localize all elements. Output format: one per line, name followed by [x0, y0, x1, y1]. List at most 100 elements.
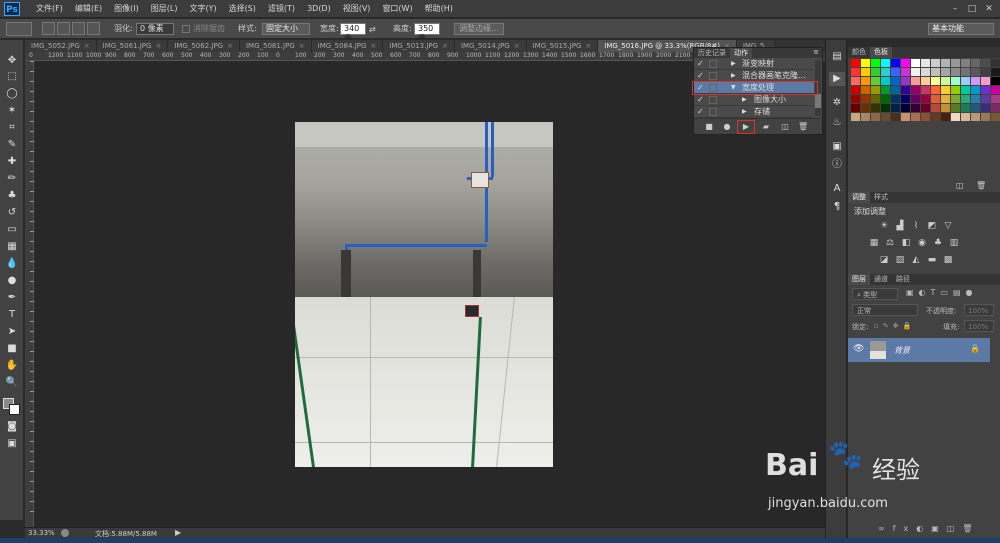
document-tab[interactable]: IMG_5084.JPG ×	[311, 40, 384, 52]
color-swatch[interactable]	[911, 68, 920, 76]
tab-layers[interactable]: 图层	[848, 274, 870, 285]
color-swatch[interactable]	[961, 104, 970, 112]
color-swatch[interactable]	[911, 95, 920, 103]
color-swatch[interactable]	[971, 113, 980, 121]
color-swatch[interactable]	[901, 104, 910, 112]
color-swatch[interactable]	[961, 86, 970, 94]
workspace-select[interactable]: 基本功能	[928, 23, 994, 35]
color-swatch[interactable]	[901, 59, 910, 67]
intersect-selection-icon[interactable]	[87, 22, 100, 35]
color-swatch[interactable]	[991, 95, 1000, 103]
clone-stamp-icon[interactable]: ♣	[4, 189, 20, 203]
tab-close-icon[interactable]: ×	[84, 42, 90, 50]
tab-adjustments[interactable]: 调整	[848, 192, 870, 203]
path-select-icon[interactable]: ➤	[4, 325, 20, 339]
color-swatch[interactable]	[991, 68, 1000, 76]
color-swatch[interactable]	[901, 113, 910, 121]
color-swatch[interactable]	[981, 86, 990, 94]
color-swatch[interactable]	[881, 59, 890, 67]
document-tab[interactable]: IMG_5052.JPG ×	[25, 40, 97, 52]
color-swatch[interactable]	[871, 68, 880, 76]
hue-saturation-icon[interactable]: ▦	[868, 237, 880, 249]
levels-icon[interactable]: ▟	[894, 220, 906, 232]
new-swatch-icon[interactable]: ◫	[956, 181, 964, 190]
brightness-icon[interactable]: ☀	[878, 220, 890, 232]
color-swatch[interactable]	[931, 113, 940, 121]
tab-close-icon[interactable]: ×	[299, 42, 305, 50]
color-swatch[interactable]	[991, 104, 1000, 112]
curves-icon[interactable]: ⌇	[910, 220, 922, 232]
eraser-tool-icon[interactable]: ▭	[4, 223, 20, 237]
color-swatch[interactable]	[861, 77, 870, 85]
color-swatch[interactable]	[891, 68, 900, 76]
color-swatch[interactable]	[951, 113, 960, 121]
color-swatch[interactable]	[871, 104, 880, 112]
layer-row-background[interactable]: 👁 背景 🔒	[848, 338, 990, 362]
marquee-tool-preset[interactable]	[6, 22, 32, 36]
tab-actions[interactable]: 动作	[730, 48, 752, 58]
color-swatch[interactable]	[941, 95, 950, 103]
tab-close-icon[interactable]: ×	[227, 42, 233, 50]
menu-item[interactable]: 编辑(E)	[69, 0, 108, 18]
color-swatch[interactable]	[851, 59, 860, 67]
color-swatch[interactable]	[981, 95, 990, 103]
color-swatch[interactable]	[971, 95, 980, 103]
color-swatch[interactable]	[851, 77, 860, 85]
color-swatch[interactable]	[911, 59, 920, 67]
channel-mixer-icon[interactable]: ♣	[932, 237, 944, 249]
color-swatch[interactable]	[861, 68, 870, 76]
color-swatch[interactable]	[891, 113, 900, 121]
selective-color-icon[interactable]: ▩	[942, 254, 954, 266]
color-swatch[interactable]	[941, 77, 950, 85]
document-tab[interactable]: IMG_5013.JPG ×	[383, 40, 455, 52]
vibrance-icon[interactable]: ▽	[942, 220, 954, 232]
color-swatch[interactable]	[921, 68, 930, 76]
color-swatch[interactable]	[991, 77, 1000, 85]
color-swatch[interactable]	[991, 113, 1000, 121]
color-swatch[interactable]	[861, 95, 870, 103]
antialias-checkbox[interactable]	[182, 25, 190, 33]
shape-tool-icon[interactable]: ■	[4, 342, 20, 356]
color-swatch[interactable]	[921, 95, 930, 103]
threshold-icon[interactable]: ◭	[910, 254, 922, 266]
black-white-icon[interactable]: ◧	[900, 237, 912, 249]
opacity-input[interactable]: 100%	[964, 304, 994, 316]
color-swatch[interactable]	[951, 95, 960, 103]
dialog-toggle-box[interactable]	[709, 108, 717, 116]
minimize-button[interactable]: –	[948, 3, 962, 15]
color-swatch[interactable]	[911, 77, 920, 85]
history-panel-icon[interactable]: ▤	[829, 50, 845, 64]
blend-mode-select[interactable]: 正常	[852, 304, 918, 316]
tab-channels[interactable]: 通道	[870, 274, 892, 285]
dialog-toggle-box[interactable]	[709, 60, 717, 68]
color-swatch[interactable]	[951, 104, 960, 112]
marquee-tool-icon[interactable]: ⬚	[4, 70, 20, 84]
color-swatch[interactable]	[861, 86, 870, 94]
type-tool-icon[interactable]: T	[4, 308, 20, 322]
color-swatch[interactable]	[871, 77, 880, 85]
paragraph-panel-icon[interactable]: ¶	[829, 200, 845, 214]
tab-color[interactable]: 颜色	[848, 47, 870, 58]
document-tab[interactable]: IMG_5014.JPG ×	[454, 40, 527, 52]
color-swatch[interactable]	[851, 95, 860, 103]
color-swatch[interactable]	[901, 95, 910, 103]
color-swatch[interactable]	[941, 68, 950, 76]
menu-item[interactable]: 选择(S)	[223, 0, 262, 18]
color-swatch[interactable]	[901, 68, 910, 76]
fill-input[interactable]: 100%	[964, 320, 994, 332]
gradient-map-icon[interactable]: ▬	[926, 254, 938, 266]
feather-input[interactable]: 0 像素	[136, 23, 174, 35]
eyedropper-icon[interactable]: ✎	[4, 138, 20, 152]
color-swatch[interactable]	[901, 77, 910, 85]
color-swatch[interactable]	[981, 68, 990, 76]
healing-brush-icon[interactable]: ✚	[4, 155, 20, 169]
color-swatch[interactable]	[921, 77, 930, 85]
scroll-thumb[interactable]	[815, 94, 821, 108]
menu-item[interactable]: 帮助(H)	[419, 0, 459, 18]
color-swatch[interactable]	[931, 86, 940, 94]
color-swatch[interactable]	[871, 113, 880, 121]
dialog-toggle-box[interactable]	[709, 96, 717, 104]
tab-paths[interactable]: 路径	[892, 274, 914, 285]
color-swatch[interactable]	[881, 86, 890, 94]
dodge-tool-icon[interactable]: ●	[4, 274, 20, 288]
